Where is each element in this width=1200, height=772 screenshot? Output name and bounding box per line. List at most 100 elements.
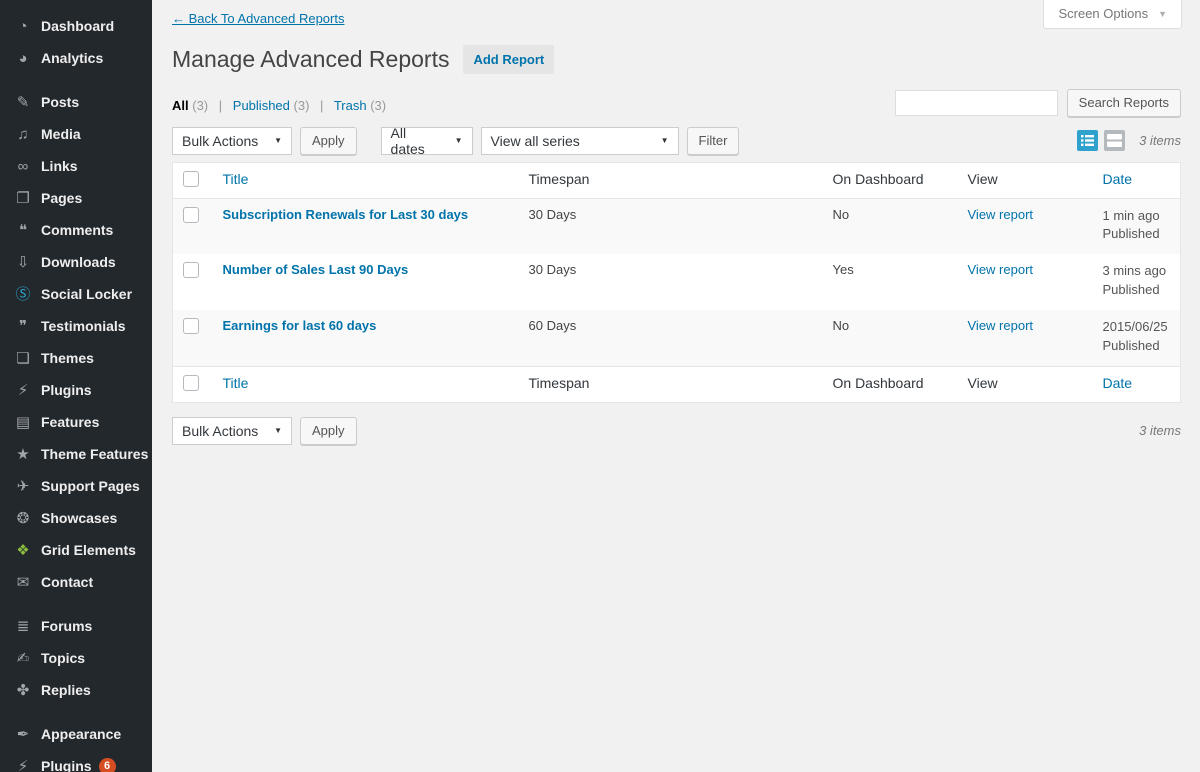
theme-features-icon: ★: [12, 447, 34, 462]
dates-filter-select[interactable]: All dates ▼: [381, 127, 473, 155]
items-count: 3 items: [1139, 423, 1181, 438]
filter-all-link[interactable]: All: [172, 98, 189, 113]
sidebar-item-label: Plugins: [41, 382, 92, 398]
sidebar-item-features[interactable]: ▤ Features: [0, 406, 152, 438]
sidebar-item-analytics[interactable]: ◕ Analytics: [0, 42, 152, 74]
sidebar-item-comments[interactable]: ❝ Comments: [0, 214, 152, 246]
admin-sidebar: ◔ Dashboard ◕ Analytics ✎ Posts ♫ Media …: [0, 0, 152, 772]
sidebar-item-label: Pages: [41, 190, 82, 206]
timespan-value: 30 Days: [529, 262, 577, 277]
bulk-actions-value: Bulk Actions: [182, 423, 258, 439]
on-dashboard-value: No: [833, 207, 850, 222]
sidebar-item-downloads[interactable]: ⇩ Downloads: [0, 246, 152, 278]
chevron-down-icon: ▼: [274, 426, 282, 435]
column-header-view: View: [968, 375, 998, 391]
report-title-link[interactable]: Earnings for last 60 days: [223, 318, 377, 333]
page-title: Manage Advanced Reports: [172, 45, 449, 75]
sidebar-item-label: Topics: [41, 650, 85, 666]
sidebar-item-replies[interactable]: ✤ Replies: [0, 674, 152, 706]
row-checkbox[interactable]: [183, 207, 199, 223]
view-report-link[interactable]: View report: [968, 207, 1034, 222]
sidebar-item-pages[interactable]: ❐ Pages: [0, 182, 152, 214]
media-icon: ♫: [12, 127, 34, 142]
items-count: 3 items: [1139, 133, 1181, 148]
sidebar-item-social-locker[interactable]: Ⓢ Social Locker: [0, 278, 152, 310]
sidebar-item-grid-elements[interactable]: ❖ Grid Elements: [0, 534, 152, 566]
column-header-title[interactable]: Title: [223, 375, 249, 391]
sidebar-item-appearance[interactable]: ✒ Appearance: [0, 718, 152, 750]
table-footer-row: Title Timespan On Dashboard View Date: [173, 366, 1181, 402]
list-view-icon[interactable]: [1077, 130, 1098, 151]
view-report-link[interactable]: View report: [968, 318, 1034, 333]
screen-options-label: Screen Options: [1058, 6, 1148, 21]
filter-trash-link[interactable]: Trash: [334, 98, 367, 113]
search-input[interactable]: [895, 90, 1058, 116]
column-header-date[interactable]: Date: [1103, 375, 1133, 391]
chevron-down-icon: ▼: [455, 136, 463, 145]
screen-options-tab[interactable]: Screen Options ▼: [1043, 0, 1182, 29]
view-switch: 3 items: [1077, 130, 1181, 151]
filter-published-link[interactable]: Published: [233, 98, 290, 113]
back-link[interactable]: ← Back To Advanced Reports: [172, 11, 344, 26]
sidebar-item-themes[interactable]: ❏ Themes: [0, 342, 152, 374]
column-header-date[interactable]: Date: [1103, 171, 1133, 187]
column-header-view: View: [968, 171, 998, 187]
sidebar-item-label: Appearance: [41, 726, 121, 742]
sidebar-item-label: Grid Elements: [41, 542, 136, 558]
filter-trash-count: (3): [370, 98, 386, 113]
sidebar-item-media[interactable]: ♫ Media: [0, 118, 152, 150]
bulk-actions-select[interactable]: Bulk Actions ▼: [172, 127, 292, 155]
sidebar-item-dashboard[interactable]: ◔ Dashboard: [0, 10, 152, 42]
sidebar-item-posts[interactable]: ✎ Posts: [0, 86, 152, 118]
select-all-checkbox[interactable]: [183, 171, 199, 187]
replies-icon: ✤: [12, 683, 34, 698]
main-content: Screen Options ▼ ← Back To Advanced Repo…: [152, 0, 1200, 446]
sidebar-item-links[interactable]: ∞ Links: [0, 150, 152, 182]
sidebar-item-label: Downloads: [41, 254, 116, 270]
filter-button[interactable]: Filter: [687, 127, 740, 155]
dates-filter-value: All dates: [391, 125, 441, 157]
filter-separator: |: [320, 98, 323, 113]
view-report-link[interactable]: View report: [968, 262, 1034, 277]
table-row: Number of Sales Last 90 Days 30 Days Yes…: [173, 254, 1181, 310]
row-checkbox[interactable]: [183, 318, 199, 334]
tablenav-bottom: Bulk Actions ▼ Apply 3 items: [172, 416, 1181, 446]
apply-button-bottom[interactable]: Apply: [300, 417, 357, 445]
sidebar-item-testimonials[interactable]: ❞ Testimonials: [0, 310, 152, 342]
column-header-title[interactable]: Title: [223, 171, 249, 187]
support-pages-icon: ✈: [12, 479, 34, 494]
features-icon: ▤: [12, 415, 34, 430]
on-dashboard-value: No: [833, 318, 850, 333]
appearance-icon: ✒: [12, 727, 34, 742]
bulk-actions-select-bottom[interactable]: Bulk Actions ▼: [172, 417, 292, 445]
report-title-link[interactable]: Number of Sales Last 90 Days: [223, 262, 409, 277]
search-reports-button[interactable]: Search Reports: [1067, 89, 1181, 117]
chevron-down-icon: ▼: [1158, 9, 1167, 19]
column-header-timespan: Timespan: [529, 375, 590, 391]
add-report-button[interactable]: Add Report: [463, 45, 554, 74]
sidebar-item-label: Replies: [41, 682, 91, 698]
table-header-row: Title Timespan On Dashboard View Date: [173, 162, 1181, 198]
sidebar-item-showcases[interactable]: ❂ Showcases: [0, 502, 152, 534]
filter-separator: |: [219, 98, 222, 113]
sidebar-item-contact[interactable]: ✉ Contact: [0, 566, 152, 598]
date-value: 1 min ago: [1103, 207, 1171, 225]
sidebar-item-theme-features[interactable]: ★ Theme Features: [0, 438, 152, 470]
sidebar-item-plugins[interactable]: ⚡ Plugins: [0, 374, 152, 406]
series-filter-select[interactable]: View all series ▼: [481, 127, 679, 155]
plugins-icon: ⚡: [12, 383, 34, 398]
sidebar-item-forums[interactable]: ≣ Forums: [0, 610, 152, 642]
report-title-link[interactable]: Subscription Renewals for Last 30 days: [223, 207, 469, 222]
sidebar-item-topics[interactable]: ✍ Topics: [0, 642, 152, 674]
excerpt-view-icon[interactable]: [1104, 130, 1125, 151]
apply-button[interactable]: Apply: [300, 127, 357, 155]
status-value: Published: [1103, 225, 1171, 243]
timespan-value: 60 Days: [529, 318, 577, 333]
select-all-checkbox[interactable]: [183, 375, 199, 391]
comments-icon: ❝: [12, 223, 34, 238]
sidebar-item-support-pages[interactable]: ✈ Support Pages: [0, 470, 152, 502]
tablenav-top-controls: Bulk Actions ▼ Apply All dates ▼ View al…: [172, 127, 739, 155]
contact-icon: ✉: [12, 575, 34, 590]
sidebar-item-plugins-bottom[interactable]: ⚡ Plugins 6: [0, 750, 152, 772]
row-checkbox[interactable]: [183, 262, 199, 278]
